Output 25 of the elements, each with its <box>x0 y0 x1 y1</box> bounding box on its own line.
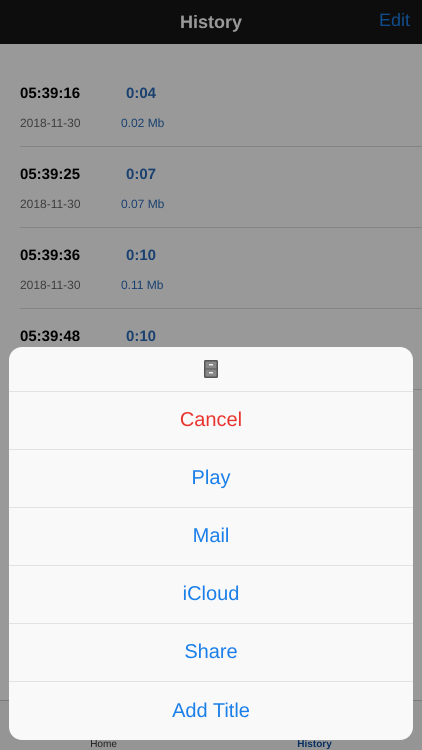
recording-date: 2018-11-30 <box>20 116 82 130</box>
recording-time: 05:39:48 <box>20 328 82 345</box>
screen-title: History <box>180 12 242 32</box>
recording-time: 05:39:36 <box>20 247 82 264</box>
edit-button[interactable]: Edit <box>378 10 410 31</box>
action-button[interactable]: Play <box>9 450 413 508</box>
recording-duration: 0:04 <box>126 85 156 102</box>
action-button[interactable]: Cancel <box>9 392 413 450</box>
file-size: 0.11 Mb <box>121 278 164 292</box>
recording-duration: 0:07 <box>126 166 156 183</box>
recording-time: 05:39:16 <box>20 85 82 102</box>
recording-duration: 0:10 <box>126 247 156 264</box>
tab[interactable]: History <box>297 740 332 750</box>
action-button[interactable]: Share <box>9 624 413 682</box>
action-button[interactable]: iCloud <box>9 566 413 624</box>
file-size: 0.02 Mb <box>121 116 166 130</box>
tab[interactable]: Home <box>90 740 117 750</box>
recording-date: 2018-11-30 <box>20 197 82 211</box>
file-cabinet-icon <box>204 360 218 378</box>
file-size: 0.07 Mb <box>121 197 166 211</box>
recording-date: 2018-11-30 <box>20 278 82 292</box>
recording-duration: 0:10 <box>126 328 156 345</box>
action-button[interactable]: Mail <box>9 508 413 566</box>
recording-time: 05:39:25 <box>20 166 82 183</box>
action-button[interactable]: Add Title <box>9 682 413 740</box>
